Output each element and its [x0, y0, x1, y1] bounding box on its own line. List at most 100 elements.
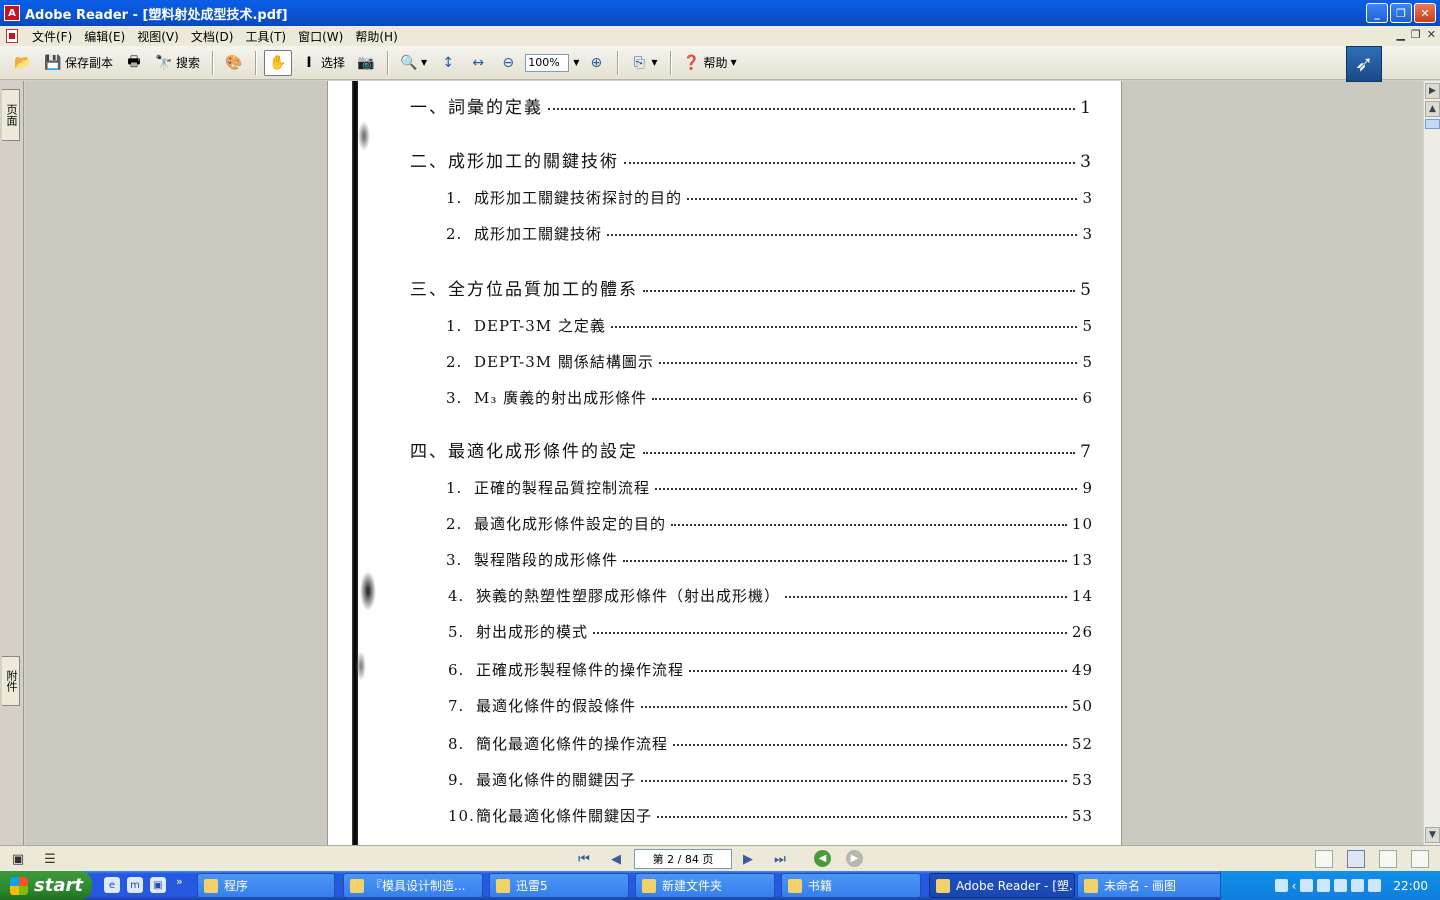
- desktop-icon[interactable]: ▣: [150, 877, 166, 893]
- restore-button[interactable]: ❐: [1390, 3, 1412, 23]
- menu-window[interactable]: 窗口(W): [292, 28, 349, 45]
- doc-close-button[interactable]: ✕: [1427, 28, 1436, 41]
- minimize-button[interactable]: _: [1366, 3, 1388, 23]
- select-tool-button[interactable]: I 选择: [296, 50, 349, 76]
- toc-entry-title: 簡化最適化條件的操作流程: [476, 735, 669, 753]
- tab-pages[interactable]: 页面: [2, 89, 20, 141]
- zoom-dropdown-icon[interactable]: ▼: [573, 58, 579, 67]
- toc-entry[interactable]: 三、全方位品質加工的體系 5: [410, 275, 1093, 300]
- menu-view[interactable]: 视图(V): [131, 28, 185, 45]
- fit-width-button[interactable]: ↔: [465, 50, 491, 76]
- fit-page-button[interactable]: ↕: [435, 50, 461, 76]
- single-page-view-button[interactable]: [1315, 850, 1333, 868]
- menu-document[interactable]: 文档(D): [185, 28, 240, 45]
- color-tool-button[interactable]: 🎨: [221, 50, 247, 76]
- go-back-button[interactable]: ◀: [814, 850, 831, 867]
- panel-toggle-icon[interactable]: ☰: [40, 850, 60, 868]
- toc-entry[interactable]: 4. 狹義的熱塑性塑膠成形條件（射出成形機） 14: [448, 585, 1093, 606]
- toc-entry[interactable]: 1. 成形加工關鍵技術探討的目的 3: [446, 187, 1093, 208]
- zoom-out-icon: ⊖: [502, 54, 515, 71]
- tray-collapse-icon[interactable]: ‹: [1292, 879, 1297, 893]
- first-page-button[interactable]: ⏮: [574, 850, 594, 868]
- close-button[interactable]: ✕: [1414, 3, 1436, 23]
- taskbar-button[interactable]: 新建文件夹: [635, 873, 775, 898]
- toc-entry[interactable]: 2. DEPT-3M 關係結構圖示 5: [446, 351, 1093, 372]
- chevron-down-icon[interactable]: ▼: [731, 58, 737, 67]
- volume-icon[interactable]: [1351, 879, 1365, 892]
- continuous-view-button[interactable]: [1347, 850, 1365, 868]
- toc-entry[interactable]: 二、成形加工的關鍵技術 3: [410, 147, 1093, 172]
- taskbar-button[interactable]: 『模具设计制造...: [343, 873, 483, 898]
- next-page-button[interactable]: ▶: [738, 850, 758, 868]
- toc-entry[interactable]: 10. 簡化最適化條件關鍵因子 53: [448, 805, 1093, 826]
- menu-help[interactable]: 帮助(H): [349, 28, 403, 45]
- toc-entry[interactable]: 2. 成形加工關鍵技術 3: [446, 223, 1093, 244]
- taskbar-button[interactable]: 迅雷5: [489, 873, 629, 898]
- zoom-input[interactable]: [525, 53, 570, 72]
- last-page-button[interactable]: ⏭: [770, 850, 790, 868]
- facing-view-button[interactable]: [1379, 850, 1397, 868]
- toc-entry[interactable]: 1. DEPT-3M 之定義 5: [446, 315, 1093, 336]
- tab-attachments[interactable]: 附件: [2, 656, 20, 706]
- maxthon-icon[interactable]: m: [127, 877, 143, 893]
- document-icon[interactable]: [6, 29, 18, 43]
- toc-entry[interactable]: 6. 正確成形製程條件的操作流程 49: [448, 659, 1093, 680]
- toc-entry[interactable]: 3. M₃ 廣義的射出成形條件 6: [446, 387, 1093, 408]
- network-icon[interactable]: [1300, 879, 1314, 892]
- rotate-view-button[interactable]: ⎘ ▼: [626, 50, 661, 76]
- toc-entry[interactable]: 3. 製程階段的成形條件 13: [446, 549, 1093, 570]
- print-button[interactable]: 🖶: [121, 50, 147, 76]
- previous-page-button[interactable]: ◀: [606, 850, 626, 868]
- thumbnail-toggle-icon[interactable]: ▣: [8, 850, 28, 868]
- keyboard-icon[interactable]: [1274, 879, 1288, 892]
- quick-launch-overflow-icon[interactable]: »: [176, 875, 183, 888]
- zoom-in-button[interactable]: ⊕: [583, 50, 609, 76]
- doc-minimize-button[interactable]: ▁: [1396, 28, 1404, 41]
- menu-tools[interactable]: 工具(T): [239, 28, 292, 45]
- vertical-scrollbar[interactable]: ▶ ▲ ▼: [1423, 81, 1440, 845]
- toc-entry-number: 10.: [448, 807, 475, 825]
- messenger-icon[interactable]: [1368, 879, 1382, 892]
- internet-explorer-icon[interactable]: e: [104, 877, 120, 893]
- taskbar-button[interactable]: 未命名 - 画图: [1077, 873, 1223, 898]
- menu-edit[interactable]: 编辑(E): [78, 28, 131, 45]
- doc-restore-button[interactable]: ❐: [1411, 28, 1421, 41]
- scroll-up-button[interactable]: ▲: [1425, 101, 1440, 117]
- toc-entry[interactable]: 9. 最適化條件的關鍵因子 53: [448, 769, 1093, 790]
- taskbar-button[interactable]: Adobe Reader - [塑...: [929, 873, 1075, 898]
- taskbar-button[interactable]: 书籍: [781, 873, 921, 898]
- toc-entry[interactable]: 2. 最適化成形條件設定的目的 10: [446, 513, 1093, 534]
- toc-entry[interactable]: 7. 最適化條件的假設條件 50: [448, 695, 1093, 716]
- zoom-tool-button[interactable]: 🔍 ▼: [396, 50, 431, 76]
- scroll-down-button[interactable]: ▼: [1425, 827, 1440, 843]
- start-button[interactable]: start: [0, 871, 92, 900]
- page-number-field[interactable]: 第 2 / 84 页: [634, 849, 732, 869]
- taskbar-button[interactable]: 程序: [197, 873, 335, 898]
- chevron-down-icon[interactable]: ▼: [421, 58, 427, 67]
- search-button[interactable]: 🔭 搜索: [151, 50, 204, 76]
- toc-entry[interactable]: 四、最適化成形條件的設定 7: [410, 437, 1093, 462]
- toc-entry[interactable]: 一、詞彙的定義 1: [410, 93, 1093, 118]
- magnifier-plus-icon: 🔍: [400, 54, 418, 71]
- antivirus-icon[interactable]: [1334, 879, 1348, 892]
- scroll-thumb[interactable]: [1425, 119, 1440, 129]
- panel-arrow-icon[interactable]: ▶: [1425, 83, 1440, 99]
- document-viewport[interactable]: 一、詞彙的定義 1 二、成形加工的關鍵技術 3 1. 成形加工關鍵技術探討的目的 3 2. 成形…: [25, 81, 1423, 845]
- help-button[interactable]: ❓ 帮助 ▼: [679, 50, 741, 76]
- continuous-facing-view-button[interactable]: [1411, 850, 1429, 868]
- toc-leader-dots: [652, 398, 1078, 400]
- chevron-down-icon[interactable]: ▼: [651, 58, 657, 67]
- zoom-out-button[interactable]: ⊖: [495, 50, 521, 76]
- tray-app-icon[interactable]: [1317, 879, 1331, 892]
- toc-entry[interactable]: 1. 正確的製程品質控制流程 9: [446, 477, 1093, 498]
- menu-file[interactable]: 文件(F): [26, 28, 78, 45]
- hand-tool-button[interactable]: ✋: [264, 49, 293, 76]
- save-copy-button[interactable]: 💾 保存副本: [40, 50, 117, 76]
- open-button[interactable]: 📂: [10, 50, 36, 76]
- snapshot-button[interactable]: 📷: [353, 50, 379, 76]
- go-forward-button[interactable]: ▶: [846, 850, 863, 867]
- toc-entry-number: 2.: [446, 225, 463, 243]
- clock[interactable]: 22:00: [1393, 879, 1428, 893]
- toc-entry[interactable]: 5. 射出成形的模式 26: [448, 621, 1093, 642]
- toc-entry[interactable]: 8. 簡化最適化條件的操作流程 52: [448, 733, 1093, 754]
